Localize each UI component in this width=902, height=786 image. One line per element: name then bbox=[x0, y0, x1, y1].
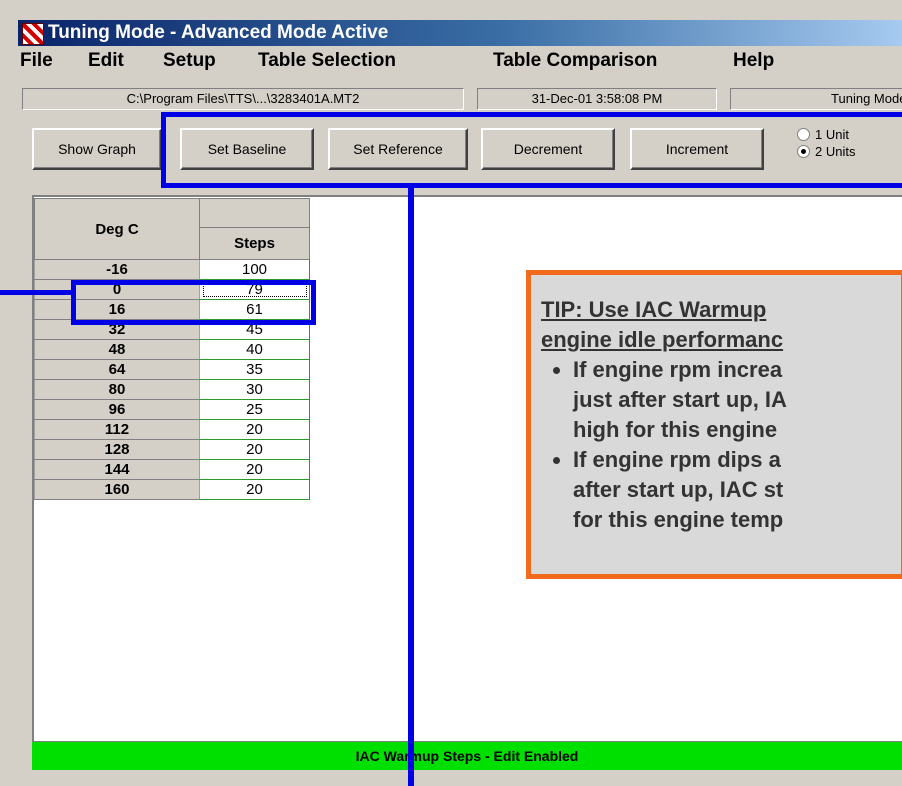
title-bar: Tuning Mode - Advanced Mode Active bbox=[18, 20, 902, 46]
menu-help[interactable]: Help bbox=[733, 50, 774, 72]
row-highlight-box bbox=[71, 280, 316, 325]
deg-cell: 96 bbox=[34, 399, 200, 420]
deg-cell: 128 bbox=[34, 439, 200, 460]
table-row: 64 35 bbox=[34, 359, 310, 380]
file-path-field: C:\Program Files\TTS\...\3283401A.MT2 bbox=[22, 88, 464, 110]
steps-cell[interactable]: 100 bbox=[199, 259, 310, 280]
steps-cell[interactable]: 35 bbox=[199, 359, 310, 380]
menu-table-comparison[interactable]: Table Comparison bbox=[493, 50, 657, 72]
toolbar-highlight-box bbox=[161, 112, 902, 188]
tip-bullet-list: If engine rpm increa just after start up… bbox=[531, 355, 902, 535]
deg-cell: 160 bbox=[34, 479, 200, 500]
deg-cell: 80 bbox=[34, 379, 200, 400]
app-icon bbox=[22, 23, 44, 45]
steps-cell[interactable]: 25 bbox=[199, 399, 310, 420]
table-row: -16 100 bbox=[34, 259, 310, 280]
table-row: 128 20 bbox=[34, 439, 310, 460]
menu-edit[interactable]: Edit bbox=[88, 50, 124, 72]
menu-setup[interactable]: Setup bbox=[163, 50, 216, 72]
deg-cell: 64 bbox=[34, 359, 200, 380]
table-row: 48 40 bbox=[34, 339, 310, 360]
file-info-row: C:\Program Files\TTS\...\3283401A.MT2 31… bbox=[18, 88, 902, 110]
menu-table-selection[interactable]: Table Selection bbox=[258, 50, 396, 72]
row-highlight-leader-line bbox=[0, 290, 71, 295]
status-bar: IAC Warmup Steps - Edit Enabled bbox=[32, 741, 902, 770]
steps-cell[interactable]: 20 bbox=[199, 479, 310, 500]
table-row: 144 20 bbox=[34, 459, 310, 480]
table-row: 112 20 bbox=[34, 419, 310, 440]
steps-cell[interactable]: 20 bbox=[199, 459, 310, 480]
table-row: 160 20 bbox=[34, 479, 310, 500]
datetime-field: 31-Dec-01 3:58:08 PM bbox=[477, 88, 717, 110]
column-header-deg-c: Deg C bbox=[34, 198, 200, 260]
iac-warmup-table: Deg C Steps -16 100 0 79 16 61 32 45 48 … bbox=[34, 198, 310, 500]
column-header-spacer bbox=[199, 198, 310, 228]
toolbar-highlight-leader-line bbox=[408, 188, 414, 786]
tip-bullet: If engine rpm increa just after start up… bbox=[573, 355, 902, 445]
show-graph-button[interactable]: Show Graph bbox=[32, 128, 162, 170]
steps-cell[interactable]: 30 bbox=[199, 379, 310, 400]
tip-bullet: If engine rpm dips a after start up, IAC… bbox=[573, 445, 902, 535]
steps-cell[interactable]: 40 bbox=[199, 339, 310, 360]
deg-cell: 112 bbox=[34, 419, 200, 440]
deg-cell: 144 bbox=[34, 459, 200, 480]
deg-cell: -16 bbox=[34, 259, 200, 280]
tip-heading: TIP: Use IAC Warmup engine idle performa… bbox=[541, 297, 784, 352]
deg-cell: 48 bbox=[34, 339, 200, 360]
steps-cell[interactable]: 20 bbox=[199, 419, 310, 440]
menu-file[interactable]: File bbox=[20, 50, 53, 72]
window-title: Tuning Mode - Advanced Mode Active bbox=[48, 22, 389, 43]
table-row: 80 30 bbox=[34, 379, 310, 400]
table-row: 96 25 bbox=[34, 399, 310, 420]
tip-callout: TIP: Use IAC Warmup engine idle performa… bbox=[526, 270, 902, 579]
menu-bar: File Edit Setup Table Selection Table Co… bbox=[18, 46, 902, 76]
mode-field: Tuning Mode File bbox=[730, 88, 902, 110]
column-header-steps: Steps bbox=[199, 226, 310, 261]
steps-cell[interactable]: 20 bbox=[199, 439, 310, 460]
